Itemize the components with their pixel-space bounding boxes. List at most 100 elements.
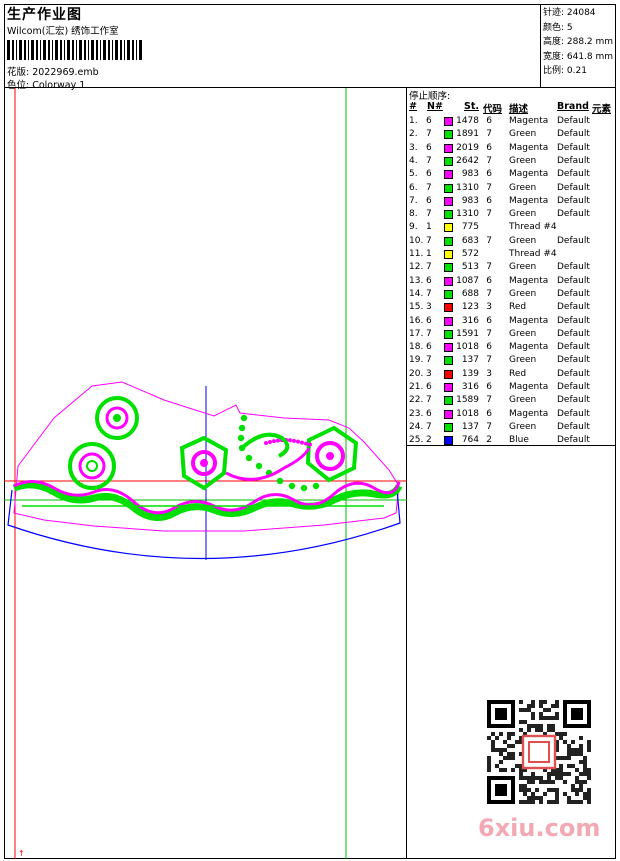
cell-brand: Default xyxy=(557,421,590,432)
cell-code: 7 xyxy=(486,288,492,299)
cell-num: 25. xyxy=(409,435,424,446)
green-leaf-swirl xyxy=(240,432,290,458)
cell-st: 2019 xyxy=(456,142,479,153)
cell-num: 2. xyxy=(409,129,418,140)
col-header-code: 代码 xyxy=(483,104,503,115)
cell-n: 6 xyxy=(426,408,432,419)
col-header-element: 元素 xyxy=(592,104,612,115)
cell-brand: Default xyxy=(557,275,590,286)
stop-sequence-table: 停止顺序: # N# St. 代码 描述 Brand 元素 1. 6 1478 6 Ma… xyxy=(407,88,616,446)
table-row: 13. 6 1087 6 Magenta Default xyxy=(407,275,616,288)
cell-brand: Default xyxy=(557,182,590,193)
cell-st: 683 xyxy=(461,235,479,246)
cell-num: 13. xyxy=(409,275,424,286)
stitch-count: 针迹: 24084 xyxy=(543,8,596,18)
cell-st: 513 xyxy=(461,262,479,273)
cell-num: 6. xyxy=(409,182,418,193)
cell-brand: Default xyxy=(557,116,590,126)
cell-code: 7 xyxy=(486,155,492,166)
cell-st: 1018 xyxy=(456,342,479,353)
cell-code: 7 xyxy=(486,355,492,366)
cell-n: 6 xyxy=(426,142,432,153)
cell-desc: Magenta xyxy=(509,195,549,206)
cell-num: 24. xyxy=(409,421,424,432)
cell-code: 7 xyxy=(486,328,492,339)
col-header-stitches: St. xyxy=(464,101,479,112)
cell-num: 14. xyxy=(409,288,424,299)
thread-color-swatch xyxy=(444,183,453,193)
thread-color-swatch xyxy=(444,356,453,366)
thread-color-swatch xyxy=(444,409,453,419)
cell-num: 8. xyxy=(409,209,418,220)
cell-code: 7 xyxy=(486,129,492,140)
table-row: 15. 3 123 3 Red Default xyxy=(407,301,616,314)
cell-n: 6 xyxy=(426,275,432,286)
cell-n: 7 xyxy=(426,209,432,220)
design-height: 高度: 288.2 mm xyxy=(543,37,614,47)
cell-brand: Default xyxy=(557,342,590,353)
cell-brand: Default xyxy=(557,355,590,366)
thread-color-swatch xyxy=(444,117,453,126)
cell-st: 316 xyxy=(461,315,479,326)
cell-num: 5. xyxy=(409,169,418,180)
cell-num: 16. xyxy=(409,315,424,326)
color-count: 颜色: 5 xyxy=(543,22,573,33)
thread-color-swatch xyxy=(444,263,453,273)
cell-st: 1589 xyxy=(456,395,479,406)
cell-num: 11. xyxy=(409,249,424,259)
cell-n: 6 xyxy=(426,195,432,206)
cell-num: 20. xyxy=(409,368,424,379)
thread-color-swatch xyxy=(444,196,453,206)
cell-code: 7 xyxy=(486,235,492,246)
table-row: 5. 6 983 6 Magenta Default xyxy=(407,168,616,181)
cell-num: 10. xyxy=(409,235,424,246)
table-row: 24. 7 137 7 Green Default xyxy=(407,421,616,434)
design-width: 宽度: 641.8 mm xyxy=(543,51,614,62)
cell-desc: Green xyxy=(509,155,537,166)
cell-code: 7 xyxy=(486,421,492,432)
thread-color-swatch xyxy=(444,383,453,392)
design-preview-canvas[interactable]: ↑ xyxy=(4,88,407,859)
cell-n: 7 xyxy=(426,395,432,406)
cell-brand: Default xyxy=(557,302,590,313)
thread-color-swatch xyxy=(444,369,453,379)
cell-n: 7 xyxy=(426,421,432,432)
cell-n: 3 xyxy=(426,368,432,379)
table-row: 25. 2 764 2 Blue Default xyxy=(407,434,616,447)
cell-num: 19. xyxy=(409,355,424,366)
cell-num: 23. xyxy=(409,408,424,419)
cell-code: 3 xyxy=(486,302,492,313)
cell-st: 983 xyxy=(461,195,479,206)
cell-code: 6 xyxy=(486,142,492,153)
cell-st: 1310 xyxy=(456,209,479,220)
design-file-label: 花版: 2022969.emb xyxy=(7,67,99,78)
cell-desc: Thread #4 xyxy=(509,222,557,233)
cell-desc: Green xyxy=(509,129,537,140)
table-row: 9. 1 775 Thread #4 xyxy=(407,221,616,234)
thread-color-swatch xyxy=(444,289,453,299)
design-scale: 比例: 0.21 xyxy=(543,66,587,76)
cell-brand: Default xyxy=(557,169,590,180)
cell-code: 7 xyxy=(486,395,492,406)
cell-n: 6 xyxy=(426,116,432,126)
table-row: 8. 7 1310 7 Green Default xyxy=(407,208,616,221)
col-header-n: N# xyxy=(427,101,443,112)
stop-sequence-title: 停止顺序: xyxy=(409,91,451,102)
cell-n: 6 xyxy=(426,382,432,392)
table-row: 12. 7 513 7 Green Default xyxy=(407,261,616,274)
thread-color-swatch xyxy=(444,170,453,180)
thread-color-swatch xyxy=(444,130,453,140)
thread-color-swatch xyxy=(444,422,453,432)
cell-code: 3 xyxy=(486,368,492,379)
thread-color-swatch xyxy=(444,316,453,326)
thread-color-swatch xyxy=(444,143,453,153)
thread-color-swatch xyxy=(444,156,453,166)
cell-code: 6 xyxy=(486,275,492,286)
cell-st: 572 xyxy=(461,249,479,259)
thread-color-swatch xyxy=(444,436,453,446)
cell-desc: Magenta xyxy=(509,342,549,353)
cell-desc: Magenta xyxy=(509,169,549,180)
table-row: 22. 7 1589 7 Green Default xyxy=(407,394,616,407)
cell-n: 7 xyxy=(426,155,432,166)
col-header-description: 描述 xyxy=(509,104,529,115)
